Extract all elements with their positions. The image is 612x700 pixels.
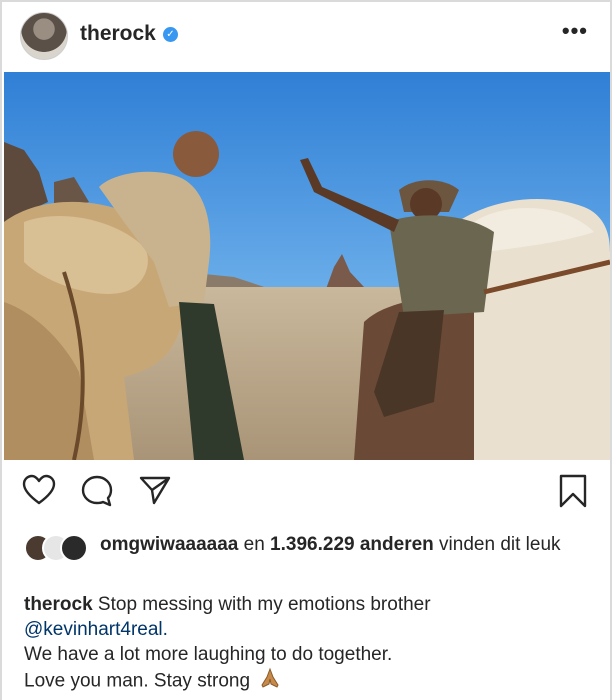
caption-author[interactable]: therock xyxy=(24,594,93,615)
post-caption: therock Stop messing with my emotions br… xyxy=(24,592,594,696)
profile-avatar[interactable] xyxy=(20,12,68,60)
bookmark-icon[interactable] xyxy=(558,474,588,513)
caption-line-3: Love you man. Stay strong xyxy=(24,670,251,692)
likes-count[interactable]: 1.396.229 anderen xyxy=(270,534,434,555)
caption-line-2: We have a lot more laughing to do togeth… xyxy=(24,644,393,665)
caption-line-1: Stop messing with my emotions brother xyxy=(97,594,431,615)
heart-icon[interactable] xyxy=(22,474,56,511)
liker-username[interactable]: omgwiwaaaaaa xyxy=(100,534,238,555)
post-username[interactable]: therock xyxy=(80,22,156,46)
verified-badge-icon: ✓ xyxy=(163,27,178,42)
post-photo[interactable] xyxy=(4,72,610,460)
post-header: therock ✓ ••• xyxy=(0,0,612,72)
praying-hands-icon xyxy=(259,667,281,696)
comment-icon[interactable] xyxy=(80,474,114,513)
likes-suffix: vinden dit leuk xyxy=(439,534,561,555)
caption-mention-link[interactable]: @kevinhart4real. xyxy=(24,617,594,642)
share-icon[interactable] xyxy=(138,474,172,511)
likes-text: omgwiwaaaaaa en 1.396.229 anderen vinden… xyxy=(100,532,590,558)
action-bar xyxy=(0,470,612,520)
liker-avatars[interactable] xyxy=(24,534,92,562)
more-options-icon[interactable]: ••• xyxy=(562,18,588,44)
likes-connector: en xyxy=(243,534,265,555)
